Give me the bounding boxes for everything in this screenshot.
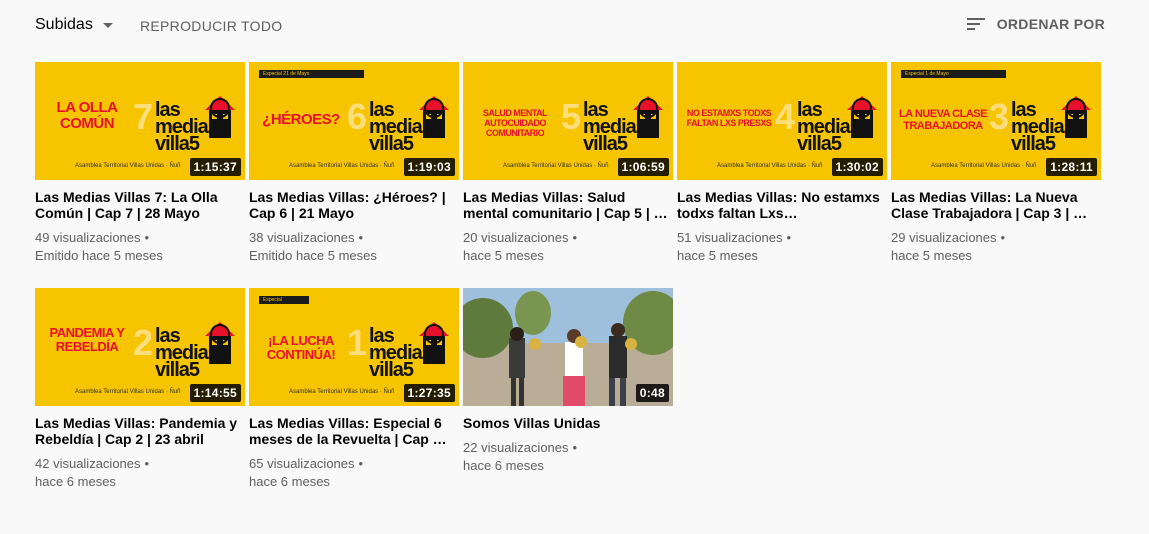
video-title[interactable]: Las Medias Villas: Pandemia y Rebeldía |…: [35, 415, 245, 447]
house-logo-icon: [1061, 96, 1091, 138]
video-card[interactable]: NO ESTAMXS TODXS FALTAN LXS PRESXS 4 las…: [677, 62, 887, 265]
uploads-selector[interactable]: Subidas: [35, 16, 113, 34]
video-thumbnail[interactable]: LA OLLA COMÚN 7 las medias villa5 Asamblea…: [35, 62, 245, 180]
video-title[interactable]: Somos Villas Unidas: [463, 415, 673, 431]
duration-badge: 1:06:59: [617, 158, 669, 176]
video-metadata: 42 visualizaciones • hace 6 meses: [35, 456, 150, 489]
sort-by-label: ORDENAR POR: [996, 16, 1105, 32]
video-thumbnail[interactable]: Especial 1 de Mayo LA NUEVA CLASE TRABAJ…: [891, 62, 1101, 180]
view-count: 51 visualizaciones: [677, 230, 783, 245]
video-metadata: 49 visualizaciones • Emitido hace 5 meses: [35, 230, 163, 263]
video-metadata: 65 visualizaciones • hace 6 meses: [249, 456, 364, 489]
duration-badge: 1:19:03: [403, 158, 455, 176]
thumbnail-title-text: SALUD MENTAL AUTOCUIDADO COMUNITARIO: [482, 108, 548, 138]
house-logo-icon: [633, 96, 663, 138]
video-card[interactable]: Especial 1 de Mayo LA NUEVA CLASE TRABAJ…: [891, 62, 1101, 265]
thumbnail-episode-number: 1: [347, 322, 368, 363]
house-logo-icon: [205, 322, 235, 364]
upload-time: hace 5 meses: [677, 248, 758, 263]
house-logo-icon: [847, 96, 877, 138]
thumbnail-footer: Asamblea Territorial Villas Unidas · Ñuñ: [931, 163, 1037, 169]
video-metadata: 29 visualizaciones • hace 5 meses: [891, 230, 1006, 263]
caret-down-icon: [102, 22, 113, 28]
thumbnail-episode-number: 6: [347, 96, 368, 137]
upload-time: Emitido hace 5 meses: [249, 248, 377, 263]
video-title[interactable]: Las Medias Villas: La Nueva Clase Trabaj…: [891, 189, 1101, 221]
video-metadata: 20 visualizaciones • hace 5 meses: [463, 230, 578, 263]
thumbnail-episode-number: 2: [133, 322, 154, 363]
video-thumbnail[interactable]: NO ESTAMXS TODXS FALTAN LXS PRESXS 4 las…: [677, 62, 887, 180]
thumbnail-title-text: NO ESTAMXS TODXS FALTAN LXS PRESXS: [686, 108, 772, 128]
duration-badge: 1:28:11: [1046, 158, 1097, 176]
video-thumbnail[interactable]: PANDEMIA Y REBELDÍA 2 las medias villa5 As…: [35, 288, 245, 406]
duration-badge: 1:27:35: [403, 384, 455, 402]
video-title[interactable]: Las Medias Villas: ¿Héroes? | Cap 6 | 21…: [249, 189, 459, 221]
thumbnail-title-text: PANDEMIA Y REBELDÍA: [49, 325, 125, 354]
upload-time: hace 6 meses: [249, 474, 330, 489]
video-metadata: 38 visualizaciones • Emitido hace 5 meses: [249, 230, 377, 263]
thumbnail-footer: Asamblea Territorial Villas Unidas · Ñuñ: [289, 389, 395, 395]
thumbnail-banner: Especial 1 de Mayo: [901, 70, 1006, 78]
thumbnail-episode-number: 5: [561, 96, 582, 137]
upload-time: hace 6 meses: [35, 474, 116, 489]
thumbnail-title-text: LA NUEVA CLASE TRABAJADORA: [899, 108, 987, 132]
video-metadata: 22 visualizaciones • hace 6 meses: [463, 440, 578, 473]
duration-badge: 1:30:02: [831, 158, 883, 176]
duration-badge: 1:14:55: [189, 384, 241, 402]
thumbnail-episode-number: 7: [133, 96, 154, 137]
channel-videos-toolbar: Subidas REPRODUCIR TODO ORDENAR POR: [0, 0, 1149, 52]
view-count: 20 visualizaciones: [463, 230, 569, 245]
video-thumbnail[interactable]: SALUD MENTAL AUTOCUIDADO COMUNITARIO 5 l…: [463, 62, 673, 180]
video-thumbnail[interactable]: Especial ¡LA LUCHA CONTINÚA! 1 las medias…: [249, 288, 459, 406]
upload-time: hace 5 meses: [463, 248, 544, 263]
video-metadata: 51 visualizaciones • hace 5 meses: [677, 230, 792, 263]
thumbnail-episode-number: 4: [775, 96, 796, 137]
house-logo-icon: [419, 322, 449, 364]
sort-icon: [966, 16, 987, 32]
video-title[interactable]: Las Medias Villas: No estamxs todxs falt…: [677, 189, 887, 221]
view-count: 38 visualizaciones: [249, 230, 355, 245]
video-card[interactable]: LA OLLA COMÚN 7 las medias villa5 Asamblea…: [35, 62, 245, 265]
thumbnail-footer: Asamblea Territorial Villas Unidas · Ñuñ: [289, 163, 395, 169]
video-card[interactable]: 0:48 Somos Villas Unidas 22 visualizacio…: [463, 288, 673, 475]
video-title[interactable]: Las Medias Villas: Salud mental comunita…: [463, 189, 673, 221]
view-count: 22 visualizaciones: [463, 440, 569, 455]
video-card[interactable]: SALUD MENTAL AUTOCUIDADO COMUNITARIO 5 l…: [463, 62, 673, 265]
thumbnail-footer: Asamblea Territorial Villas Unidas · Ñuñ: [717, 163, 823, 169]
view-count: 65 visualizaciones: [249, 456, 355, 471]
thumbnail-banner: Especial 21 de Mayo: [259, 70, 364, 78]
house-logo-icon: [205, 96, 235, 138]
view-count: 42 visualizaciones: [35, 456, 141, 471]
video-card[interactable]: Especial 21 de Mayo ¿HÉROES? 6 las medias…: [249, 62, 459, 265]
thumbnail-footer: Asamblea Territorial Villas Unidas · Ñuñ: [75, 163, 181, 169]
video-card[interactable]: Especial ¡LA LUCHA CONTINÚA! 1 las medias…: [249, 288, 459, 491]
thumbnail-footer: Asamblea Territorial Villas Unidas · Ñuñ: [75, 389, 181, 395]
uploads-selector-label: Subidas: [35, 16, 93, 33]
upload-time: hace 6 meses: [463, 458, 544, 473]
thumbnail-footer: Asamblea Territorial Villas Unidas · Ñuñ: [503, 163, 609, 169]
video-card[interactable]: PANDEMIA Y REBELDÍA 2 las medias villa5 As…: [35, 288, 245, 491]
view-count: 29 visualizaciones: [891, 230, 997, 245]
upload-time: Emitido hace 5 meses: [35, 248, 163, 263]
video-title[interactable]: Las Medias Villas: Especial 6 meses de l…: [249, 415, 459, 447]
sort-by-button[interactable]: ORDENAR POR: [966, 16, 1105, 32]
thumbnail-title-text: LA OLLA COMÚN: [56, 99, 118, 132]
house-logo-icon: [419, 96, 449, 138]
thumbnail-episode-number: 3: [989, 96, 1010, 137]
view-count: 49 visualizaciones: [35, 230, 141, 245]
duration-badge: 0:48: [635, 384, 669, 402]
video-title[interactable]: Las Medias Villas 7: La Olla Común | Cap…: [35, 189, 245, 221]
video-thumbnail[interactable]: Especial 21 de Mayo ¿HÉROES? 6 las medias…: [249, 62, 459, 180]
duration-badge: 1:15:37: [189, 158, 241, 176]
thumbnail-title-text: ¿HÉROES?: [262, 111, 340, 128]
video-thumbnail[interactable]: 0:48: [463, 288, 673, 406]
thumbnail-title-text: ¡LA LUCHA CONTINÚA!: [266, 333, 336, 362]
upload-time: hace 5 meses: [891, 248, 972, 263]
play-all-button[interactable]: REPRODUCIR TODO: [140, 18, 282, 34]
thumbnail-banner: Especial: [259, 296, 309, 304]
